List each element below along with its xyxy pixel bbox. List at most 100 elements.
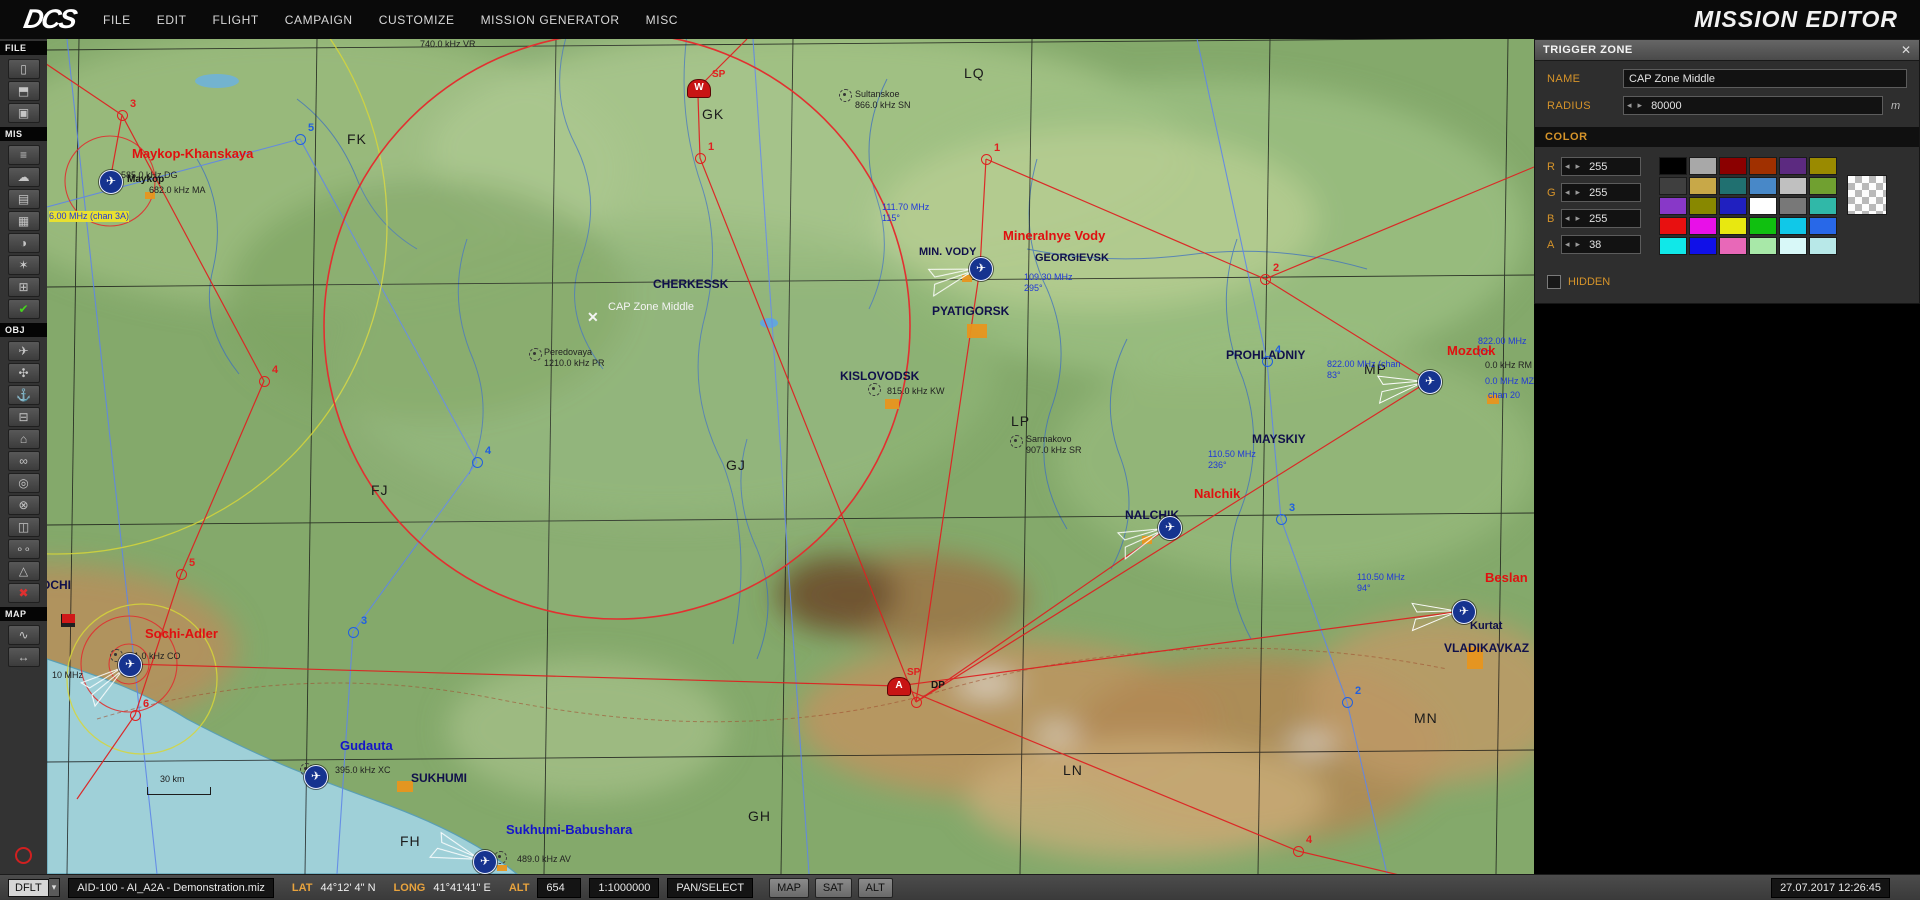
- palette-swatch[interactable]: [1809, 217, 1837, 235]
- palette-swatch[interactable]: [1689, 217, 1717, 235]
- transparency-swatch[interactable]: [1847, 175, 1887, 215]
- rules-icon[interactable]: ⊞: [8, 277, 40, 297]
- palette-swatch[interactable]: [1779, 217, 1807, 235]
- palette-swatch[interactable]: [1719, 157, 1747, 175]
- palette-swatch[interactable]: [1749, 237, 1777, 255]
- delete-icon[interactable]: ✖: [8, 583, 40, 603]
- alt-value: 654: [537, 878, 581, 898]
- spinner-right-icon[interactable]: ▸: [1573, 213, 1584, 224]
- channel-label: G: [1547, 187, 1561, 199]
- spinner-left-icon[interactable]: ◂: [1562, 213, 1573, 224]
- palette-swatch[interactable]: [1659, 237, 1687, 255]
- warning-icon[interactable]: [15, 847, 32, 864]
- zone-name-input[interactable]: [1623, 69, 1907, 88]
- spinner-left-icon[interactable]: ◂: [1624, 100, 1635, 111]
- roads-icon[interactable]: ∿: [8, 625, 40, 645]
- aircraft-icon[interactable]: ✈: [8, 341, 40, 361]
- layer-button[interactable]: SAT: [815, 878, 852, 898]
- palette-swatch[interactable]: [1809, 237, 1837, 255]
- spinner-left-icon[interactable]: ◂: [1562, 187, 1573, 198]
- menu-item[interactable]: MISSION GENERATOR: [481, 13, 620, 27]
- new-mission-icon[interactable]: ▯: [8, 59, 40, 79]
- static-object-icon[interactable]: ⌂: [8, 429, 40, 449]
- measure-icon[interactable]: ↔: [8, 647, 40, 667]
- mouse-mode[interactable]: PAN/SELECT: [667, 878, 753, 898]
- palette-swatch[interactable]: [1659, 177, 1687, 195]
- spinner-left-icon[interactable]: ◂: [1562, 239, 1573, 250]
- goals-icon[interactable]: ✶: [8, 255, 40, 275]
- channel-spinner[interactable]: ◂ ▸ 255: [1561, 157, 1641, 176]
- close-icon[interactable]: ✕: [1893, 43, 1919, 57]
- top-menu-bar: DCS FILEEDITFLIGHTCAMPAIGNCUSTOMIZEMISSI…: [0, 0, 1920, 39]
- open-mission-icon[interactable]: ⬒: [8, 81, 40, 101]
- zone-icon[interactable]: ◎: [8, 473, 40, 493]
- palette-swatch[interactable]: [1719, 217, 1747, 235]
- mission-options-icon[interactable]: ▤: [8, 189, 40, 209]
- menu-item[interactable]: FLIGHT: [213, 13, 259, 27]
- palette-swatch[interactable]: [1749, 157, 1777, 175]
- palette-swatch[interactable]: [1809, 157, 1837, 175]
- menu-item[interactable]: CUSTOMIZE: [379, 13, 455, 27]
- palette-swatch[interactable]: [1719, 177, 1747, 195]
- palette-swatch[interactable]: [1719, 237, 1747, 255]
- start-point-marker[interactable]: W: [687, 79, 711, 98]
- palette-swatch[interactable]: [1779, 157, 1807, 175]
- menu-item[interactable]: FILE: [103, 13, 131, 27]
- zone-center-x-icon[interactable]: ✕: [587, 309, 599, 326]
- target-icon[interactable]: ⊗: [8, 495, 40, 515]
- menu-item[interactable]: MISC: [646, 13, 678, 27]
- briefing-icon[interactable]: ≡: [8, 145, 40, 165]
- chevron-down-icon[interactable]: ▾: [49, 878, 61, 897]
- palette-swatch[interactable]: [1749, 197, 1777, 215]
- flag-marker[interactable]: [61, 614, 75, 627]
- summary-icon[interactable]: ▦: [8, 211, 40, 231]
- palette-swatch[interactable]: [1659, 157, 1687, 175]
- palette-swatch[interactable]: [1809, 177, 1837, 195]
- failures-icon[interactable]: ◑: [8, 233, 40, 253]
- helicopter-icon[interactable]: ✣: [8, 363, 40, 383]
- channel-spinner[interactable]: ◂ ▸ 255: [1561, 183, 1641, 202]
- palette-swatch[interactable]: [1749, 217, 1777, 235]
- palette-swatch[interactable]: [1719, 197, 1747, 215]
- hidden-checkbox[interactable]: [1547, 275, 1561, 289]
- layer-value[interactable]: DFLT: [8, 879, 49, 897]
- palette-swatch[interactable]: [1689, 177, 1717, 195]
- group-route-icon[interactable]: ∘∘: [8, 539, 40, 559]
- radius-spinner[interactable]: ◂ ▸ 80000: [1623, 96, 1883, 115]
- validate-icon[interactable]: ✔: [8, 299, 40, 319]
- menu-item[interactable]: CAMPAIGN: [285, 13, 353, 27]
- ship-icon[interactable]: ⚓: [8, 385, 40, 405]
- palette-swatch[interactable]: [1689, 197, 1717, 215]
- farp-icon[interactable]: ◫: [8, 517, 40, 537]
- channel-spinner[interactable]: ◂ ▸ 38: [1561, 235, 1641, 254]
- page-title: MISSION EDITOR: [1694, 6, 1898, 33]
- layer-combo[interactable]: DFLT ▾: [8, 878, 60, 897]
- palette-swatch[interactable]: [1749, 177, 1777, 195]
- shapes-icon[interactable]: △: [8, 561, 40, 581]
- spinner-left-icon[interactable]: ◂: [1562, 161, 1573, 172]
- menu-item[interactable]: EDIT: [157, 13, 187, 27]
- spinner-right-icon[interactable]: ▸: [1573, 187, 1584, 198]
- template-icon[interactable]: ∞: [8, 451, 40, 471]
- start-point-marker[interactable]: A: [887, 677, 911, 696]
- map-canvas[interactable]: FKLQGKFJGJLPMPLNMNGHFH Sultanskoe 866.0 …: [47, 39, 1534, 874]
- weather-icon[interactable]: ☁: [8, 167, 40, 187]
- save-mission-icon[interactable]: ▣: [8, 103, 40, 123]
- map-scale-input[interactable]: 1:1000000: [589, 878, 659, 898]
- palette-swatch[interactable]: [1779, 177, 1807, 195]
- palette-swatch[interactable]: [1779, 237, 1807, 255]
- long-value: 41°41'41" E: [433, 882, 491, 894]
- vehicle-icon[interactable]: ⊟: [8, 407, 40, 427]
- palette-swatch[interactable]: [1689, 237, 1717, 255]
- palette-swatch[interactable]: [1659, 217, 1687, 235]
- spinner-right-icon[interactable]: ▸: [1573, 161, 1584, 172]
- layer-button[interactable]: MAP: [769, 878, 809, 898]
- palette-swatch[interactable]: [1689, 157, 1717, 175]
- palette-swatch[interactable]: [1809, 197, 1837, 215]
- layer-button[interactable]: ALT: [858, 878, 893, 898]
- palette-swatch[interactable]: [1779, 197, 1807, 215]
- channel-spinner[interactable]: ◂ ▸ 255: [1561, 209, 1641, 228]
- spinner-right-icon[interactable]: ▸: [1635, 100, 1646, 111]
- palette-swatch[interactable]: [1659, 197, 1687, 215]
- spinner-right-icon[interactable]: ▸: [1573, 239, 1584, 250]
